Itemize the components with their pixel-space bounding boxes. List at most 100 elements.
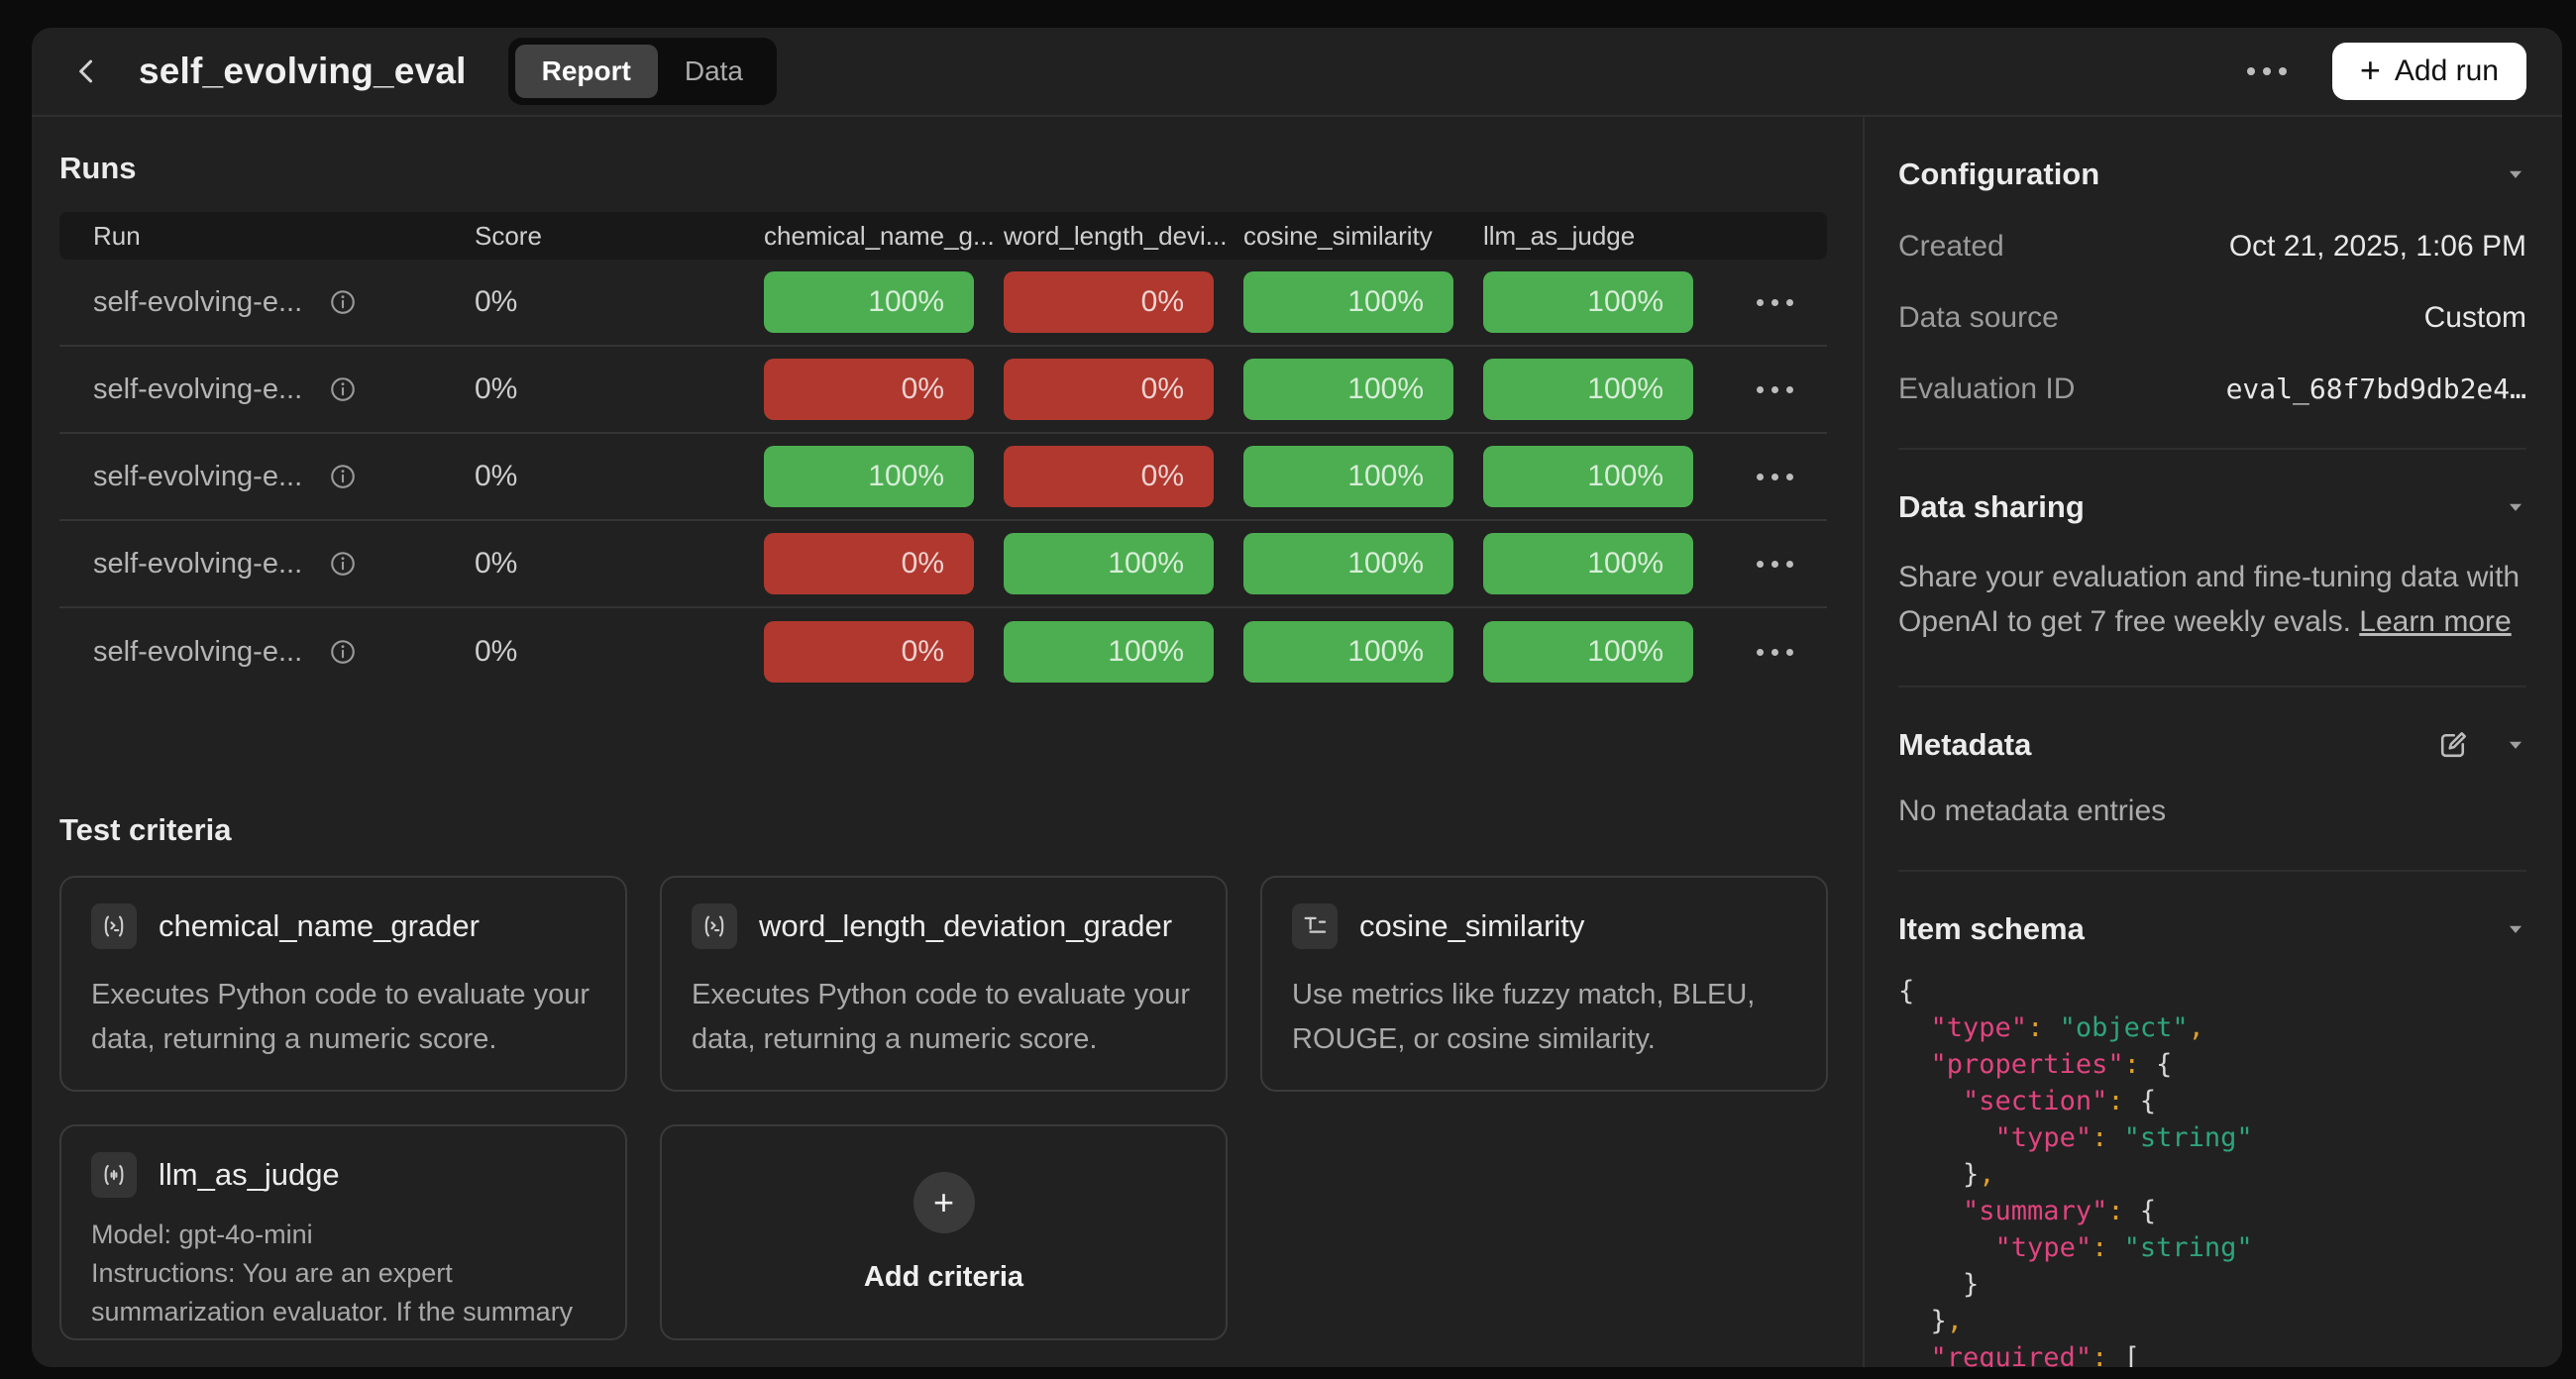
report-pane: Runs RunScorechemical_name_g...word_leng… <box>32 117 1863 1367</box>
grade-badge[interactable]: 100% <box>1483 621 1693 683</box>
run-name-label: self-evolving-e... <box>93 548 302 581</box>
data-sharing-text: Share your evaluation and fine-tuning da… <box>1898 555 2526 644</box>
run-name-label: self-evolving-e... <box>93 373 302 406</box>
run-score: 0% <box>475 372 764 406</box>
chevron-down-icon[interactable] <box>2505 918 2526 940</box>
back-button[interactable] <box>61 46 113 97</box>
table-row: self-evolving-e...0%100%0%100%100% <box>59 260 1827 347</box>
grade-badge[interactable]: 100% <box>1004 621 1214 683</box>
criteria-card-chemical_name_grader[interactable]: chemical_name_grader Executes Python code… <box>59 876 627 1092</box>
chevron-down-icon[interactable] <box>2505 734 2526 756</box>
table-row: self-evolving-e... 0%0% 100% 100% 100% <box>59 608 1827 695</box>
chevron-down-icon[interactable] <box>2505 163 2526 185</box>
criteria-card-llm_as_judge[interactable]: llm_as_judge Model: gpt-4o-miniInstructio… <box>59 1124 627 1340</box>
grade-badge[interactable]: 100% <box>1483 446 1693 507</box>
info-icon[interactable] <box>328 637 358 667</box>
criteria-card-header: word_length_deviation_grader <box>692 903 1196 949</box>
grade-badge[interactable]: 100% <box>1243 359 1453 420</box>
grade-badge[interactable]: 0% <box>764 621 974 683</box>
configuration-section: Configuration CreatedOct 21, 2025, 1:06 … <box>1898 117 2526 450</box>
column-header-grader: word_length_devi... <box>1004 221 1243 252</box>
config-value: Oct 21, 2025, 1:06 PM <box>2229 230 2526 264</box>
chevron-down-icon[interactable] <box>2505 496 2526 518</box>
column-header-grader: chemical_name_g... <box>764 221 1004 252</box>
grade-badge[interactable]: 0% <box>1004 271 1214 333</box>
plus-icon: + <box>2360 53 2381 88</box>
code-line: "type": "object", <box>1898 1009 2526 1046</box>
criteria-card-description: Model: gpt-4o-miniInstructions: You are … <box>91 1216 595 1340</box>
criteria-card-description: Executes Python code to evaluate your da… <box>692 973 1196 1062</box>
grade-badge[interactable]: 100% <box>1243 271 1453 333</box>
table-row: self-evolving-e...0%0%100%100%100% <box>59 521 1827 608</box>
page-title: self_evolving_eval <box>139 51 467 92</box>
configuration-row: CreatedOct 21, 2025, 1:06 PM <box>1898 230 2526 264</box>
criteria-card-title: chemical_name_grader <box>159 908 480 944</box>
run-name-link[interactable]: self-evolving-e... <box>93 461 475 493</box>
column-header-grader: llm_as_judge <box>1483 221 1723 252</box>
item-schema-code: { "type": "object", "properties": { "sec… <box>1898 973 2526 1367</box>
run-name-link[interactable]: self-evolving-e... <box>93 286 475 319</box>
config-label: Evaluation ID <box>1898 372 2226 406</box>
add-criteria-card[interactable]: +Add criteria <box>660 1124 1228 1340</box>
info-icon[interactable] <box>328 374 358 404</box>
grade-badge[interactable]: 0% <box>1004 359 1214 420</box>
configuration-title: Configuration <box>1898 157 2505 192</box>
info-icon[interactable] <box>328 462 358 491</box>
tab-data[interactable]: Data <box>658 45 770 98</box>
grade-badge[interactable]: 100% <box>1243 446 1453 507</box>
runs-table: RunScorechemical_name_g...word_length_de… <box>59 212 1827 695</box>
code-line: "properties": { <box>1898 1046 2526 1083</box>
row-menu-button[interactable] <box>1747 289 1803 316</box>
code-line: "type": "string" <box>1898 1229 2526 1266</box>
run-name-link[interactable]: self-evolving-e... <box>93 636 475 669</box>
item-schema-title: Item schema <box>1898 911 2505 947</box>
code-line: "summary": { <box>1898 1193 2526 1229</box>
criteria-card-cosine_similarity[interactable]: cosine_similarityUse metrics like fuzzy … <box>1260 876 1828 1092</box>
row-menu-button[interactable] <box>1747 376 1803 403</box>
grade-badge[interactable]: 100% <box>1483 533 1693 594</box>
run-name-link[interactable]: self-evolving-e... <box>93 548 475 581</box>
info-icon[interactable] <box>328 287 358 317</box>
run-name-label: self-evolving-e... <box>93 636 302 669</box>
code-line: }, <box>1898 1303 2526 1339</box>
code-line: { <box>1898 973 2526 1009</box>
add-run-button[interactable]: + Add run <box>2332 43 2526 100</box>
config-value: eval_68f7bd9db2e4… <box>2226 372 2526 405</box>
row-menu-button[interactable] <box>1747 639 1803 666</box>
runs-section-title: Runs <box>59 151 1827 186</box>
table-row: self-evolving-e...0%0%0%100%100% <box>59 347 1827 434</box>
grade-badge[interactable]: 100% <box>764 271 974 333</box>
run-name-link[interactable]: self-evolving-e... <box>93 373 475 406</box>
criteria-card-header: chemical_name_grader <box>91 903 595 949</box>
grade-badge[interactable]: 100% <box>764 446 974 507</box>
python-grader-icon <box>692 903 737 949</box>
grade-badge[interactable]: 0% <box>1004 446 1214 507</box>
criteria-card-word_length_deviation_grader[interactable]: word_length_deviation_grader Executes Pyt… <box>660 876 1228 1092</box>
column-header-score: Score <box>475 221 764 252</box>
code-line: "type": "string" <box>1898 1119 2526 1156</box>
grade-badge[interactable]: 100% <box>1483 271 1693 333</box>
test-criteria-section-title: Test criteria <box>59 812 1827 848</box>
grade-badge[interactable]: 0% <box>764 533 974 594</box>
grade-badge[interactable]: 100% <box>1243 621 1453 683</box>
learn-more-link[interactable]: Learn more <box>2359 605 2511 638</box>
criteria-card-description: Executes Python code to evaluate your da… <box>91 973 595 1062</box>
code-line: "required": [ <box>1898 1339 2526 1367</box>
edit-metadata-button[interactable] <box>2435 727 2471 763</box>
tab-report[interactable]: Report <box>515 45 658 98</box>
grade-badge[interactable]: 100% <box>1004 533 1214 594</box>
grade-badge[interactable]: 100% <box>1243 533 1453 594</box>
criteria-card-header: llm_as_judge <box>91 1152 595 1198</box>
more-menu-button[interactable] <box>2237 57 2297 85</box>
grade-badge[interactable]: 100% <box>1483 359 1693 420</box>
table-row: self-evolving-e...0%100%0%100%100% <box>59 434 1827 521</box>
grade-badge[interactable]: 0% <box>764 359 974 420</box>
configuration-row: Evaluation IDeval_68f7bd9db2e4… <box>1898 372 2526 406</box>
row-menu-button[interactable] <box>1747 464 1803 490</box>
info-icon[interactable] <box>328 549 358 579</box>
llm-judge-icon <box>91 1152 137 1198</box>
row-menu-button[interactable] <box>1747 551 1803 578</box>
run-score: 0% <box>475 635 764 669</box>
criteria-card-description: Use metrics like fuzzy match, BLEU, ROUG… <box>1292 973 1796 1062</box>
column-header-run: Run <box>93 221 475 252</box>
